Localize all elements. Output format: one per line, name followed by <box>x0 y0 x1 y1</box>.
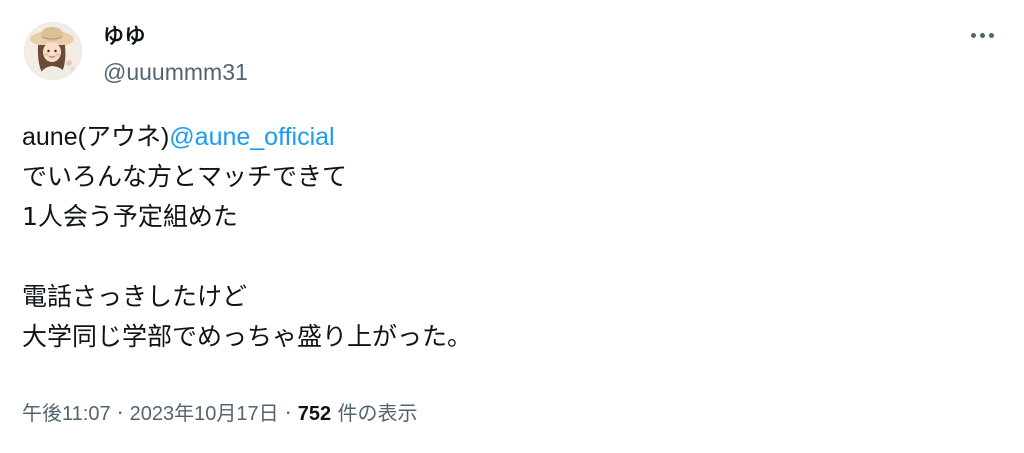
more-horizontal-icon-dot <box>988 32 994 38</box>
tweet-line-1: aune(アウネ)@aune_official <box>22 117 982 157</box>
tweet-line: 電話さっきしたけど <box>22 282 248 311</box>
user-display-name[interactable]: ゆゆ <box>103 22 146 50</box>
tweet-text: aune(アウネ)@aune_official でいろんな方とマッチできて 1人… <box>22 117 982 357</box>
mention-link[interactable]: @aune_official <box>169 123 334 151</box>
tweet-line: でいろんな方とマッチできて <box>22 162 348 191</box>
meta-separator: · <box>285 401 292 425</box>
tweet-line: 1人会う予定組めた <box>22 202 238 231</box>
avatar-illustration-icon <box>25 23 81 79</box>
tweet-prefix: aune(アウネ) <box>22 123 170 151</box>
views-count: 752 <box>297 403 332 425</box>
user-handle[interactable]: @uuummm31 <box>103 58 248 86</box>
more-options-button[interactable] <box>962 24 1002 46</box>
meta-separator: · <box>116 401 124 425</box>
tweet-card: ゆゆ @uuummm31 aune(アウネ)@aune_official でいろ… <box>0 0 1024 453</box>
tweet-line: 大学同じ学部でめっちゃ盛り上がった。 <box>22 322 473 351</box>
tweet-timestamp-link[interactable]: 午後11:07 · 2023年10月17日 <box>22 401 279 425</box>
more-horizontal-icon <box>970 32 976 38</box>
views-link[interactable]: 752 件の表示 <box>298 401 418 425</box>
tweet-meta: 午後11:07 · 2023年10月17日 · 752 件の表示 <box>22 398 417 429</box>
tweet-time: 午後11:07 <box>22 403 111 425</box>
more-horizontal-icon-dot <box>979 32 985 38</box>
tweet-date: 2023年10月17日 <box>129 403 279 425</box>
views-label: 件の表示 <box>337 401 418 425</box>
user-avatar[interactable] <box>24 22 82 80</box>
